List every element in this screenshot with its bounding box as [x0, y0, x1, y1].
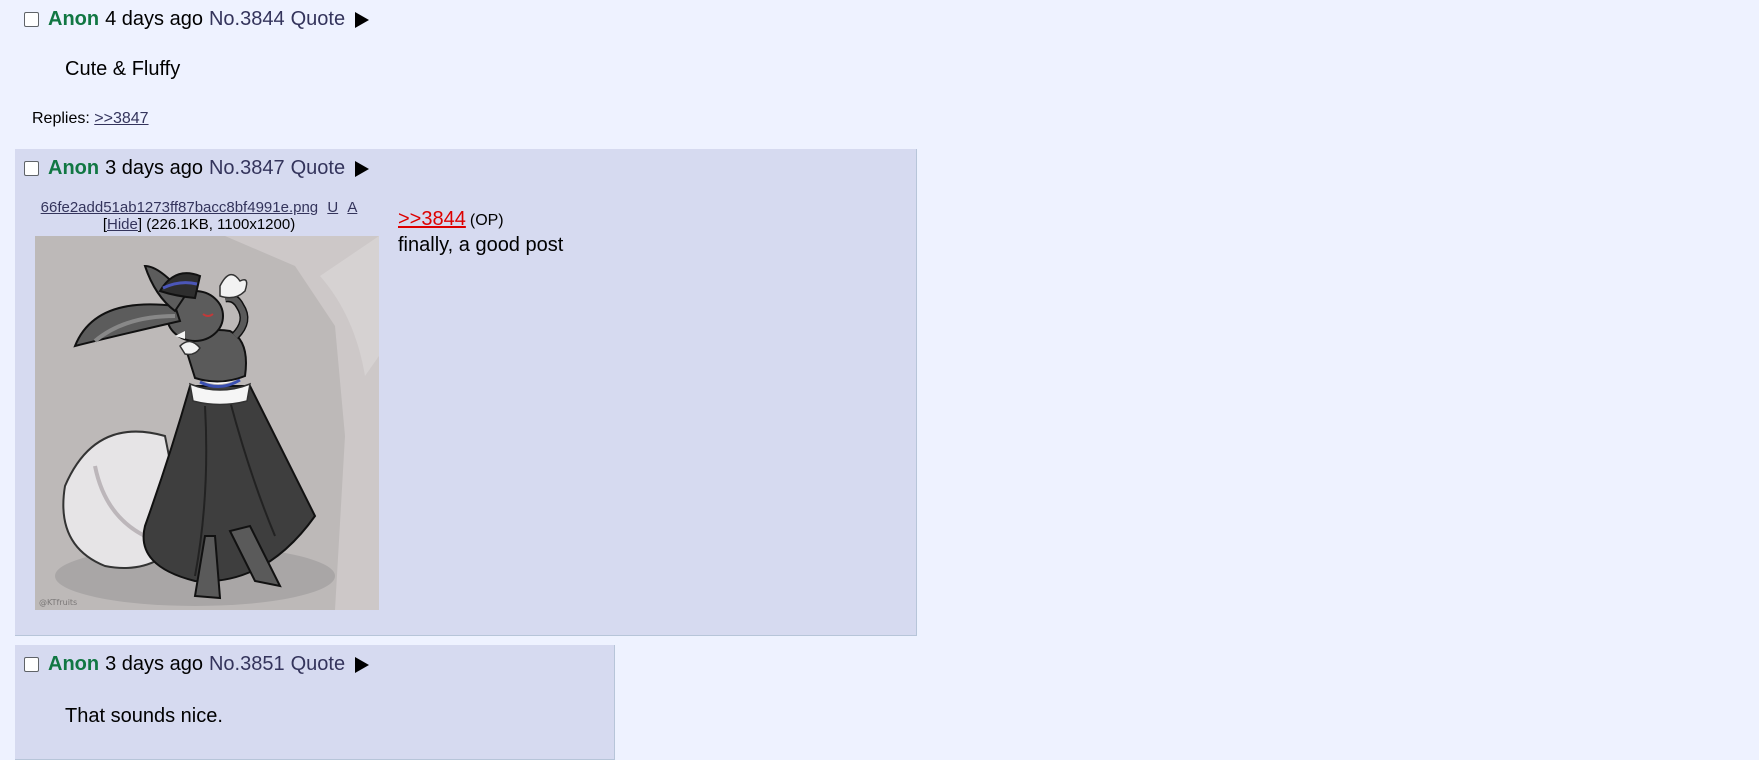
replies-label: Replies: [32, 110, 90, 127]
post-select-checkbox[interactable] [24, 161, 39, 176]
quote-button[interactable]: Quote [291, 8, 345, 31]
post-header: Anon 3 days ago No.3851 Quote [24, 653, 370, 676]
post-header: Anon 3 days ago No.3847 Quote [24, 157, 370, 180]
image-watermark: @KTfruits [39, 598, 77, 607]
quote-button[interactable]: Quote [291, 653, 345, 676]
reply-backlink[interactable]: >>3847 [94, 110, 148, 127]
file-name-link[interactable]: 66fe2add51ab1273ff87bacc8bf4991e.png [41, 199, 319, 216]
post-message: That sounds nice. [65, 705, 223, 727]
replies-line: Replies: >>3847 [32, 110, 149, 128]
post-number[interactable]: No.3844 [209, 8, 285, 31]
character-illustration: @KTfruits [35, 236, 379, 610]
post-message: >>3844 (OP) finally, a good post [398, 207, 563, 257]
play-arrow-icon[interactable] [355, 11, 370, 28]
post-date: 3 days ago [105, 653, 203, 675]
post-number[interactable]: No.3851 [209, 653, 285, 676]
file-a-link[interactable]: A [347, 199, 357, 216]
post-message: Cute & Fluffy [65, 58, 181, 80]
quote-button[interactable]: Quote [291, 157, 345, 180]
poster-name: Anon [48, 8, 100, 30]
poster-name: Anon [48, 157, 100, 179]
post-select-checkbox[interactable] [24, 657, 39, 672]
post-header: Anon 4 days ago No.3844 Quote [24, 8, 370, 31]
play-arrow-icon[interactable] [355, 160, 370, 177]
poster-name: Anon [48, 653, 100, 675]
post-date: 3 days ago [105, 157, 203, 179]
op-tag: (OP) [469, 212, 504, 229]
file-u-link[interactable]: U [327, 199, 338, 216]
op-post: Anon 4 days ago No.3844 Quote Cute & Flu… [0, 0, 1759, 145]
hide-image-link[interactable]: Hide [107, 216, 138, 233]
file-info: 66fe2add51ab1273ff87bacc8bf4991e.png U A… [34, 199, 364, 233]
reply-post: Anon 3 days ago No.3851 Quote That sound… [15, 645, 615, 760]
post-number[interactable]: No.3847 [209, 157, 285, 180]
post-date: 4 days ago [105, 8, 203, 30]
quote-reference-link[interactable]: >>3844 [398, 208, 466, 230]
file-meta: (226.1KB, 1100x1200) [146, 216, 296, 233]
play-arrow-icon[interactable] [355, 656, 370, 673]
post-select-checkbox[interactable] [24, 12, 39, 27]
post-image-thumbnail[interactable]: @KTfruits [35, 236, 379, 610]
post-message-text: finally, a good post [398, 234, 564, 256]
hide-bracket-close: ] [137, 216, 143, 233]
reply-post: Anon 3 days ago No.3847 Quote 66fe2add51… [15, 149, 917, 636]
